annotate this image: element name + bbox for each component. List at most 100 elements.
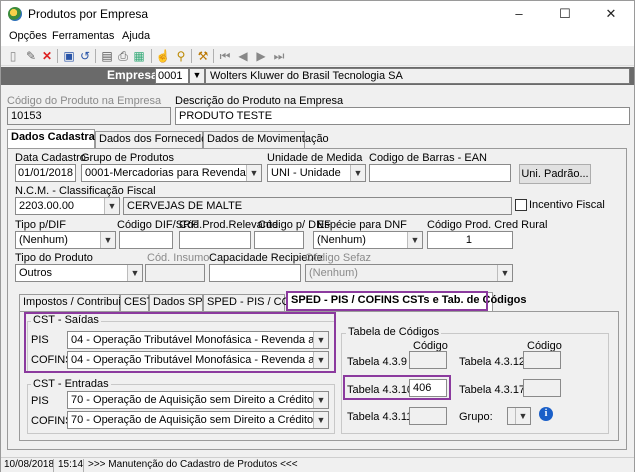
delete-icon[interactable]: ✕ <box>39 48 55 64</box>
tabela-4317-label: Tabela 4.3.17: <box>459 384 529 396</box>
unidade-select[interactable]: UNI - Unidade ▼ <box>267 164 366 182</box>
ncm-select[interactable]: 2203.00.00 ▼ <box>15 197 120 215</box>
cst-entradas-pis-value: 70 - Operação de Aquisição sem Direito a… <box>71 394 314 406</box>
cst-entradas-cofins-select[interactable]: 70 - Operação de Aquisição sem Direito a… <box>67 411 329 429</box>
cod-prod-cred-rural-label: Código Prod. Cred Rural <box>427 219 548 231</box>
tab-dados-movimentacao[interactable]: Dados de Movimentação <box>203 131 329 148</box>
grupo-label: Grupo: <box>459 411 493 423</box>
minimize-button[interactable]: – <box>496 1 542 27</box>
tipo-dif-value: (Nenhum) <box>19 234 68 246</box>
toolbar: ▯ ✎ ✕ ▣ ↺ ▤ ⎙ ▦ ☝ ⚲ ⚒ ⏮ ◀ ▶ ⏭ <box>1 46 634 66</box>
tab-dados-sped[interactable]: Dados SPED <box>149 294 218 311</box>
descricao-label: Descrição do Produto na Empresa <box>175 95 344 107</box>
edit-icon[interactable]: ✎ <box>23 48 39 64</box>
tabela-439-field <box>409 351 447 369</box>
tipo-produto-label: Tipo do Produto <box>15 252 93 264</box>
new-icon[interactable]: ▯ <box>5 48 21 64</box>
menu-opcoes[interactable]: Opções <box>9 30 47 42</box>
codigo-sefaz-label: Código Sefaz <box>305 252 372 264</box>
menu-bar: Opções Ferramentas Ajuda <box>1 27 634 46</box>
menu-ferramentas[interactable]: Ferramentas <box>52 30 114 42</box>
empresa-name-field: Wolters Kluwer do Brasil Tecnologia SA <box>205 68 630 84</box>
tab-dados-fornecedores[interactable]: Dados dos Fornecedores <box>95 131 223 148</box>
last-record-icon[interactable]: ⏭ <box>271 48 287 64</box>
cod-prod-relevante-field[interactable] <box>179 231 251 249</box>
close-button[interactable]: ✕ <box>588 1 634 27</box>
codigo-dif-srf-field[interactable] <box>119 231 173 249</box>
codigo-dnf-field[interactable] <box>254 231 304 249</box>
tabela-4311-field <box>409 407 447 425</box>
prev-record-icon[interactable]: ◀ <box>235 48 251 64</box>
grupo-select: ▼ <box>507 407 531 425</box>
ncm-label: N.C.M. - Classificação Fiscal <box>15 185 156 197</box>
incentivo-fiscal-checkbox[interactable] <box>515 199 527 211</box>
chevron-down-icon[interactable]: ▼ <box>313 392 328 408</box>
tab-dados-cadastrais[interactable]: Dados Cadastrais <box>7 129 104 148</box>
maximize-button[interactable]: ☐ <box>542 1 588 27</box>
status-date: 10/08/2018 <box>4 459 55 470</box>
cod-insumo-field <box>145 264 205 282</box>
tipo-produto-select[interactable]: Outros ▼ <box>15 264 143 282</box>
capacidade-field[interactable] <box>209 264 301 282</box>
grupo-produtos-label: Grupo de Produtos <box>81 152 174 164</box>
chevron-down-icon: ▼ <box>497 265 512 281</box>
especie-dnf-select[interactable]: (Nenhum) ▼ <box>313 231 423 249</box>
unidade-value: UNI - Unidade <box>271 167 341 179</box>
search-icon[interactable]: ⚲ <box>173 48 189 64</box>
first-record-icon[interactable]: ⏮ <box>217 48 233 64</box>
data-cadastro-label: Data Cadastro <box>15 152 86 164</box>
chevron-down-icon[interactable]: ▼ <box>100 232 115 248</box>
codigo-sefaz-value: (Nenhum) <box>309 267 358 279</box>
export-icon[interactable]: ▦ <box>131 48 147 64</box>
next-record-icon[interactable]: ▶ <box>253 48 269 64</box>
empresa-label: Empresa <box>107 68 158 82</box>
hand-icon[interactable]: ☝ <box>155 48 171 64</box>
uni-padrao-button[interactable]: Uni. Padrão... <box>519 164 591 184</box>
codigo-barras-field[interactable] <box>369 164 511 182</box>
menu-ajuda[interactable]: Ajuda <box>122 30 150 42</box>
chevron-down-icon[interactable]: ▼ <box>127 265 142 281</box>
chevron-down-icon[interactable]: ▼ <box>350 165 365 181</box>
undo-icon[interactable]: ↺ <box>77 48 93 64</box>
descricao-field[interactable]: PRODUTO TESTE <box>175 107 630 125</box>
tabela-4311-label: Tabela 4.3.11: <box>347 411 416 423</box>
tipo-dif-label: Tipo p/DIF <box>15 219 66 231</box>
chevron-down-icon[interactable]: ▼ <box>246 165 261 181</box>
tabela-439-label: Tabela 4.3.9 : <box>347 356 414 368</box>
print-icon[interactable]: ⎙ <box>115 48 131 64</box>
empresa-bar: Empresa 0001 ▼ Wolters Kluwer do Brasil … <box>1 67 634 85</box>
print-preview-icon[interactable]: ▤ <box>99 48 115 64</box>
chevron-down-icon[interactable]: ▼ <box>104 198 119 214</box>
status-time: 15:14 <box>58 459 84 470</box>
codigo-produto-label: Código do Produto na Empresa <box>7 95 162 107</box>
incentivo-fiscal-label: Incentivo Fiscal <box>529 199 605 211</box>
tab-sped-pis-cofins[interactable]: SPED - PIS / COFINS <box>203 294 315 311</box>
title-bar: Produtos por Empresa – ☐ ✕ <box>1 1 634 27</box>
ncm-description-field: CERVEJAS DE MALTE <box>123 197 512 215</box>
unidade-label: Unidade de Medida <box>267 152 363 164</box>
tab-impostos-contribuicoes[interactable]: Impostos / Contribuições <box>19 294 144 311</box>
tabela-4312-field <box>523 351 561 369</box>
info-icon[interactable]: i <box>539 407 553 421</box>
window-title: Produtos por Empresa <box>28 7 149 21</box>
codigo-sefaz-select: (Nenhum) ▼ <box>305 264 513 282</box>
main-window: Produtos por Empresa – ☐ ✕ Opções Ferram… <box>0 0 635 472</box>
tab-cest[interactable]: CEST <box>120 294 153 311</box>
highlight-tabela-4310 <box>343 375 451 400</box>
chevron-down-icon[interactable]: ▼ <box>313 412 328 428</box>
cst-entradas-cofins-value: 70 - Operação de Aquisição sem Direito a… <box>71 414 314 426</box>
cod-prod-cred-rural-field[interactable]: 1 <box>427 231 513 249</box>
data-cadastro-field[interactable]: 01/01/2018 <box>15 164 76 182</box>
save-icon[interactable]: ▣ <box>61 48 77 64</box>
tools-icon[interactable]: ⚒ <box>195 48 211 64</box>
codigo-barras-label: Codigo de Barras - EAN <box>369 152 487 164</box>
cod-insumo-label: Cód. Insumo <box>147 252 210 264</box>
chevron-down-icon[interactable]: ▼ <box>407 232 422 248</box>
chevron-down-icon: ▼ <box>515 408 530 424</box>
tipo-dif-select[interactable]: (Nenhum) ▼ <box>15 231 116 249</box>
grupo-produtos-select[interactable]: 0001-Mercadorias para Revenda ▼ <box>81 164 262 182</box>
cst-entradas-pis-select[interactable]: 70 - Operação de Aquisição sem Direito a… <box>67 391 329 409</box>
status-message: >>> Manutenção do Cadastro de Produtos <… <box>88 459 298 470</box>
empresa-dropdown-button[interactable]: ▼ <box>189 68 205 84</box>
empresa-code-field[interactable]: 0001 <box>155 68 189 84</box>
